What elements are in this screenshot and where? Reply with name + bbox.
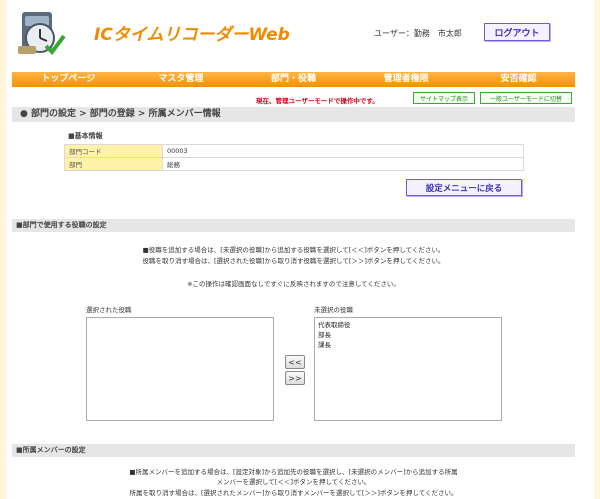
dept-code-label: 部門コード bbox=[64, 144, 163, 158]
basic-info-table: 部門コード 00003 部門 総務 bbox=[64, 144, 524, 171]
header: ICタイムリコーダーWeb ユーザー：勤務 市太郎 ログアウト bbox=[6, 0, 594, 72]
clock-card-logo-icon bbox=[18, 12, 66, 56]
nav-item-top[interactable]: トップページ bbox=[12, 72, 125, 87]
main-nav: トップページ マスタ管理 部門・役職 管理者権限 安否確認 bbox=[12, 72, 575, 87]
dept-name-label: 部門 bbox=[64, 157, 163, 171]
list-item[interactable]: 課長 bbox=[318, 340, 498, 350]
selected-roles-label: 選択された役職 bbox=[86, 306, 132, 314]
dept-code-value: 00003 bbox=[162, 144, 524, 158]
sitemap-button[interactable]: サイトマップ表示 bbox=[413, 92, 475, 104]
members-note-add-cont: メンバーを選択して[＜＜]ボタンを押してください。 bbox=[216, 478, 371, 486]
dept-name-value: 総務 bbox=[162, 157, 524, 171]
breadcrumb: ● 部門の設定 > 部門の登録 > 所属メンバー情報 bbox=[12, 107, 575, 122]
nav-item-department[interactable]: 部門・役職 bbox=[237, 72, 350, 87]
roles-note-add: ■役職を追加する場合は、[未選択の役職]から追加する役職を選択して[＜＜]ボタン… bbox=[142, 246, 445, 254]
switch-general-mode-button[interactable]: 一般ユーザーモードに切替 bbox=[480, 92, 572, 104]
unselected-roles-list[interactable]: 代表取締役 部長 課長 bbox=[314, 317, 502, 421]
members-note-remove: 所属を取り消す場合は、[選択されたメンバー]から取り消すメンバーを選択して[＞＞… bbox=[129, 489, 458, 497]
selected-roles-list[interactable] bbox=[86, 317, 274, 421]
table-row: 部門 総務 bbox=[64, 157, 524, 171]
basic-info-title: ■基本情報 bbox=[68, 132, 103, 140]
table-row: 部門コード 00003 bbox=[64, 144, 524, 158]
remove-role-button[interactable]: >> bbox=[285, 371, 305, 385]
roles-section-title: ■部門で使用する役職の設定 bbox=[12, 219, 575, 232]
nav-item-admin[interactable]: 管理者権限 bbox=[350, 72, 463, 87]
list-item[interactable]: 部長 bbox=[318, 330, 498, 340]
nav-item-safety[interactable]: 安否確認 bbox=[462, 72, 575, 87]
user-info: ユーザー：勤務 市太郎 bbox=[374, 29, 462, 38]
page: ICタイムリコーダーWeb ユーザー：勤務 市太郎 ログアウト トップページ マ… bbox=[0, 0, 600, 499]
logout-button[interactable]: ログアウト bbox=[484, 23, 550, 41]
admin-mode-notice: 現在、管理ユーザーモードで操作中です。 bbox=[256, 97, 379, 105]
list-item[interactable]: 代表取締役 bbox=[318, 320, 498, 330]
roles-note-remove: 役職を取り消す場合は、[選択された役職]から取り消す役職を選択して[＞＞]ボタン… bbox=[142, 257, 445, 265]
members-section-title: ■所属メンバーの設定 bbox=[12, 444, 575, 457]
back-to-settings-button[interactable]: 設定メニューに戻る bbox=[406, 179, 522, 196]
app-title: ICタイムリコーダーWeb bbox=[94, 25, 290, 45]
members-note-add: ■所属メンバーを追加する場合は、[設定対象]から追加先の役職を選択し、[未選択の… bbox=[129, 468, 458, 476]
roles-note-warning: ※この操作は確認画面なしですぐに反映されますので注意してください。 bbox=[187, 280, 400, 288]
nav-item-master[interactable]: マスタ管理 bbox=[125, 72, 238, 87]
add-role-button[interactable]: << bbox=[285, 355, 305, 369]
unselected-roles-label: 未選択の役職 bbox=[314, 306, 353, 314]
